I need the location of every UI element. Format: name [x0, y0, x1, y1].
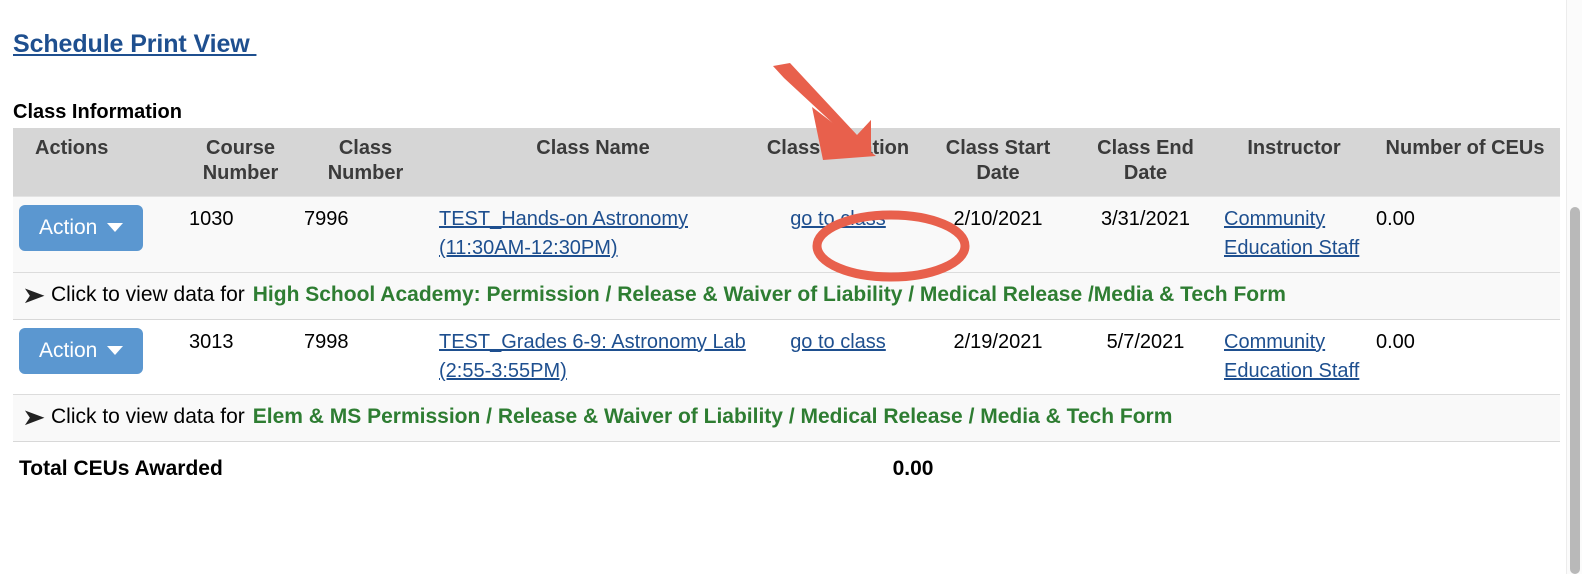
- expand-row-form-name[interactable]: High School Academy: Permission / Releas…: [253, 280, 1286, 311]
- class-information-title: Class Information: [13, 101, 182, 123]
- cell-number-of-ceus: 0.00: [1370, 196, 1560, 273]
- action-button-label: Action: [39, 338, 98, 362]
- column-header-number-of-ceus[interactable]: Number of CEUs: [1370, 128, 1560, 197]
- table-row: Action 1030 7996 TEST_Hands-on Astronomy…: [13, 196, 1560, 273]
- cell-course-number: 1030: [183, 196, 298, 273]
- expand-row-prompt: Click to view data for: [51, 405, 245, 429]
- cell-expandable-form[interactable]: ➤ Click to view data for High School Aca…: [13, 271, 1560, 320]
- table-row: Action 3013 7998 TEST_Grades 6-9: Astron…: [13, 318, 1560, 396]
- cell-class-number: 7998: [298, 318, 433, 396]
- page-root: Schedule Print View Class Information Ac…: [0, 0, 1582, 574]
- column-header-class-location[interactable]: Class Location: [753, 128, 923, 197]
- total-ceus-value: 0.00: [753, 441, 1073, 494]
- action-button[interactable]: Action: [19, 205, 144, 251]
- expand-arrow-icon[interactable]: ➤: [22, 406, 55, 429]
- column-header-class-number[interactable]: Class Number: [298, 128, 433, 197]
- table-header-row: Actions Course Number Class Number Class…: [13, 128, 1560, 197]
- cell-instructor: Community Education Staff: [1218, 318, 1370, 396]
- expand-row-form-name[interactable]: Elem & MS Permission / Release & Waiver …: [253, 402, 1173, 433]
- schedule-print-view-link-wrapper: Schedule Print View: [13, 30, 256, 59]
- class-information-table: Actions Course Number Class Number Class…: [13, 128, 1560, 494]
- action-button-label: Action: [39, 216, 98, 239]
- cell-class-name: TEST_Grades 6-9: Astronomy Lab (2:55-3:5…: [433, 318, 753, 396]
- cell-class-number: 7996: [298, 196, 433, 273]
- column-header-course-number[interactable]: Course Number: [183, 128, 298, 197]
- expand-arrow-icon[interactable]: ➤: [22, 283, 55, 307]
- instructor-link[interactable]: Community Education Staff: [1224, 208, 1359, 259]
- vertical-scrollbar-track[interactable]: [1566, 0, 1582, 574]
- cell-actions: Action: [13, 318, 183, 396]
- cell-class-start-date: 2/19/2021: [923, 318, 1073, 396]
- column-header-class-start-date[interactable]: Class Start Date: [923, 128, 1073, 197]
- schedule-print-view-link[interactable]: Schedule Print View: [13, 30, 256, 58]
- chevron-down-icon: [107, 345, 124, 355]
- class-name-link[interactable]: TEST_Grades 6-9: Astronomy Lab (2:55-3:5…: [439, 331, 746, 382]
- cell-instructor: Community Education Staff: [1218, 196, 1370, 273]
- cell-course-number: 3013: [183, 318, 298, 396]
- cell-number-of-ceus: 0.00: [1370, 318, 1560, 396]
- expandable-form-row[interactable]: ➤ Click to view data for High School Aca…: [13, 271, 1560, 320]
- cell-expandable-form[interactable]: ➤ Click to view data for Elem & MS Permi…: [13, 394, 1560, 443]
- vertical-scrollbar-thumb[interactable]: [1570, 207, 1580, 574]
- go-to-class-link[interactable]: go to class: [790, 208, 886, 230]
- cell-class-location: go to class: [753, 196, 923, 273]
- expandable-form-row[interactable]: ➤ Click to view data for Elem & MS Permi…: [13, 394, 1560, 443]
- cell-class-location: go to class: [753, 318, 923, 396]
- cell-actions: Action: [13, 196, 183, 273]
- total-row-filler: [1073, 441, 1560, 494]
- go-to-class-link[interactable]: go to class: [790, 331, 886, 353]
- cell-class-end-date: 3/31/2021: [1073, 196, 1218, 273]
- chevron-down-icon: [107, 222, 124, 232]
- class-information-table-wrapper: Actions Course Number Class Number Class…: [13, 128, 1560, 494]
- expand-row-content: ➤ Click to view data for Elem & MS Permi…: [19, 402, 1554, 433]
- cell-class-end-date: 5/7/2021: [1073, 318, 1218, 396]
- expand-row-content: ➤ Click to view data for High School Aca…: [19, 280, 1554, 311]
- cell-class-start-date: 2/10/2021: [923, 196, 1073, 273]
- cell-class-name: TEST_Hands-on Astronomy (11:30AM-12:30PM…: [433, 196, 753, 273]
- column-header-class-end-date[interactable]: Class End Date: [1073, 128, 1218, 197]
- total-ceus-row: Total CEUs Awarded 0.00: [13, 441, 1560, 494]
- total-ceus-label: Total CEUs Awarded: [13, 441, 753, 494]
- column-header-actions[interactable]: Actions: [13, 128, 183, 197]
- class-name-link[interactable]: TEST_Hands-on Astronomy (11:30AM-12:30PM…: [439, 208, 688, 259]
- action-button[interactable]: Action: [19, 327, 144, 374]
- column-header-class-name[interactable]: Class Name: [433, 128, 753, 197]
- column-header-instructor[interactable]: Instructor: [1218, 128, 1370, 197]
- instructor-link[interactable]: Community Education Staff: [1224, 331, 1359, 382]
- expand-row-prompt: Click to view data for: [51, 282, 245, 306]
